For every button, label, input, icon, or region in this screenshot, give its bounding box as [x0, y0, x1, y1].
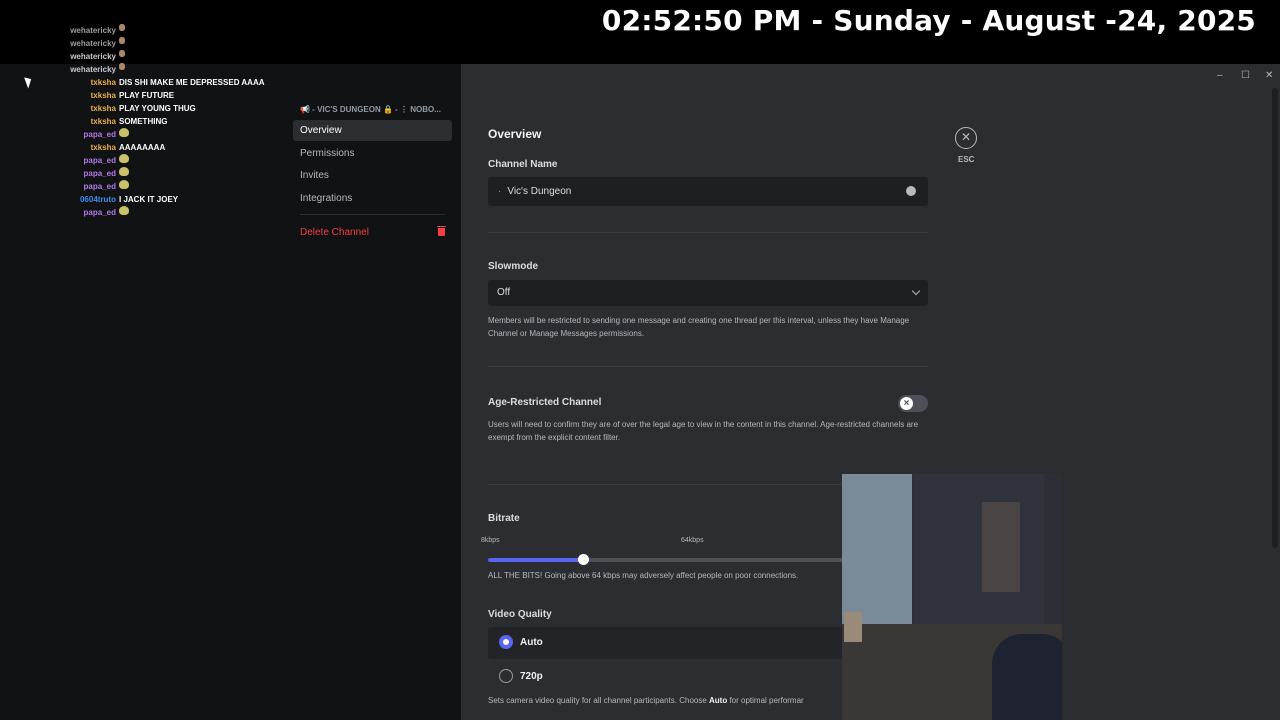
channel-name-field[interactable]: · Vic's Dungeon — [488, 177, 928, 206]
minimize-icon[interactable]: – — [1217, 70, 1223, 81]
video-desc-bold: Auto — [709, 696, 728, 705]
emote-icon — [119, 180, 129, 189]
chat-message: txksha PLAY FUTURE — [60, 89, 300, 102]
radio-unselected-icon — [499, 669, 513, 683]
chat-username: txksha — [90, 143, 116, 152]
sidebar-item-permissions[interactable]: Permissions — [293, 143, 452, 164]
page-title: Overview — [488, 127, 542, 141]
emote-icon — [119, 128, 129, 137]
emote-icon — [119, 167, 129, 176]
emoji-icon[interactable] — [906, 186, 916, 196]
chat-message: txksha DIS SHI MAKE ME DEPRESSED AAAA — [60, 76, 300, 89]
chat-text: SOMETHING — [119, 117, 168, 126]
radio-selected-icon — [499, 635, 513, 649]
chat-text: DIS SHI MAKE ME DEPRESSED AAAA — [119, 78, 265, 87]
channel-header: 📢 - VIC'S DUNGEON 🔒 - ⋮ NOBO... — [300, 105, 441, 114]
close-settings-button[interactable]: ✕ — [955, 127, 977, 149]
slowmode-description: Members will be restricted to sending on… — [488, 316, 910, 338]
video-quality-option-label: 720p — [520, 671, 543, 682]
chat-text: AAAAAAAA — [119, 143, 166, 152]
age-restricted-description: Users will need to confirm they are of o… — [488, 420, 919, 442]
bitrate-label: Bitrate — [488, 513, 520, 524]
close-window-icon[interactable]: ✕ — [1265, 70, 1273, 81]
bitrate-min-tick: 8kbps — [481, 537, 500, 544]
channel-name-prefix: · — [498, 186, 502, 197]
chat-username: papa_ed — [83, 130, 116, 139]
chat-username: txksha — [90, 78, 116, 87]
chat-message: papa_ed — [60, 180, 300, 193]
slowmode-select[interactable]: Off — [488, 280, 928, 306]
chat-username: wehatericky — [70, 39, 116, 48]
clock-overlay: 02:52:50 PM - Sunday - August -24, 2025 — [601, 4, 1256, 37]
webcam-chair — [992, 634, 1062, 720]
chat-message: wehatericky — [60, 50, 300, 63]
chat-message: wehatericky — [60, 24, 300, 37]
chat-username: 0604truto — [79, 195, 116, 204]
esc-label: ESC — [958, 155, 975, 164]
video-desc-text: Sets camera video quality for all channe… — [488, 696, 710, 705]
scrollbar[interactable] — [1272, 88, 1278, 548]
chat-username: txksha — [90, 104, 116, 113]
bitrate-slider-handle[interactable] — [578, 554, 590, 565]
maximize-icon[interactable]: ☐ — [1241, 70, 1250, 81]
webcam-feed — [842, 474, 1062, 720]
chat-username: papa_ed — [83, 169, 116, 178]
sidebar-item-integrations[interactable]: Integrations — [293, 188, 452, 209]
emote-icon — [119, 63, 125, 70]
chat-message: papa_ed — [60, 128, 300, 141]
chat-message: papa_ed — [60, 206, 300, 219]
chat-username: papa_ed — [83, 156, 116, 165]
age-restricted-label: Age-Restricted Channel — [488, 397, 602, 408]
chat-message: papa_ed — [60, 167, 300, 180]
sidebar-divider — [300, 214, 445, 215]
bitrate-slider-fill — [488, 558, 584, 562]
chat-text: I JACK IT JOEY — [119, 195, 179, 204]
channel-name-value: Vic's Dungeon — [507, 186, 572, 197]
chat-text: PLAY YOUNG THUG — [119, 104, 196, 113]
video-quality-label: Video Quality — [488, 609, 552, 620]
chat-username: txksha — [90, 91, 116, 100]
bitrate-64-tick: 64kbps — [681, 537, 704, 544]
slowmode-value: Off — [497, 287, 511, 298]
emote-icon — [119, 154, 129, 163]
slowmode-label: Slowmode — [488, 261, 539, 272]
chat-username: wehatericky — [70, 52, 116, 61]
webcam-door — [982, 502, 1020, 592]
webcam-wall — [842, 474, 912, 634]
chat-username: papa_ed — [83, 208, 116, 217]
webcam-doorway — [914, 474, 1044, 634]
chat-text: PLAY FUTURE — [119, 91, 175, 100]
trash-icon — [437, 226, 446, 236]
chat-overlay: wehatericky wehatericky wehatericky wehater… — [60, 24, 300, 219]
section-divider — [488, 232, 928, 233]
emote-icon — [119, 24, 125, 31]
chat-username: wehatericky — [70, 65, 116, 74]
chat-message: wehatericky — [60, 63, 300, 76]
chat-message: txksha AAAAAAAA — [60, 141, 300, 154]
chat-username: txksha — [90, 117, 116, 126]
channel-name-label: Channel Name — [488, 159, 558, 170]
chat-message: wehatericky — [60, 37, 300, 50]
emote-icon — [119, 50, 125, 57]
sidebar-item-invites[interactable]: Invites — [293, 165, 452, 186]
video-desc-text-end: for optimal performar — [727, 696, 804, 705]
chat-message: papa_ed — [60, 154, 300, 167]
chat-username: papa_ed — [83, 182, 116, 191]
chat-message: txksha SOMETHING — [60, 115, 300, 128]
toggle-off-icon: × — [900, 397, 913, 410]
delete-channel-button[interactable]: Delete Channel — [293, 222, 452, 243]
close-icon: ✕ — [960, 130, 972, 144]
age-restricted-toggle[interactable]: × — [898, 395, 928, 412]
sidebar-item-overview[interactable]: Overview — [293, 120, 452, 141]
chat-message: txksha PLAY YOUNG THUG — [60, 102, 300, 115]
section-divider — [488, 366, 928, 367]
chat-message: 0604truto I JACK IT JOEY — [60, 193, 300, 206]
video-quality-option-label: Auto — [520, 637, 543, 648]
delete-channel-label: Delete Channel — [300, 227, 369, 238]
emote-icon — [119, 37, 125, 44]
emote-icon — [119, 206, 129, 215]
chat-username: wehatericky — [70, 26, 116, 35]
webcam-box — [844, 612, 862, 642]
chevron-down-icon — [911, 286, 921, 296]
